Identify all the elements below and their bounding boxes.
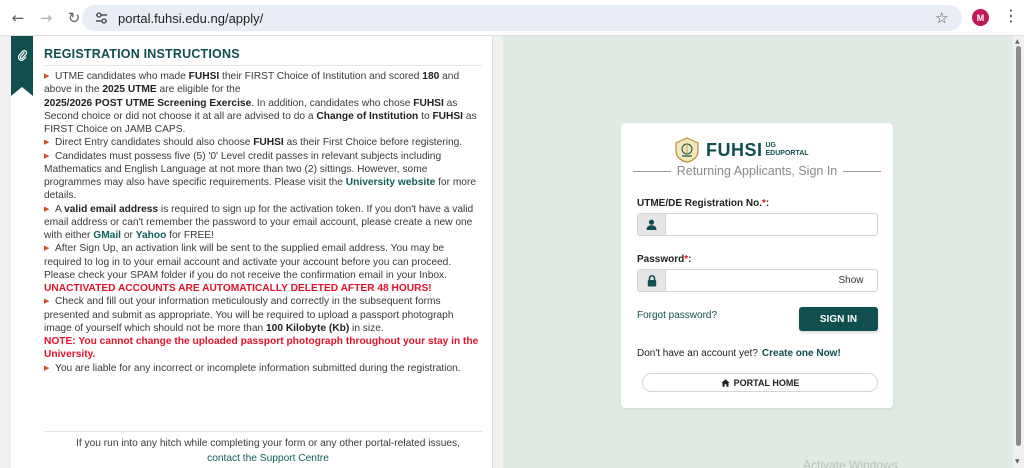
create-account-link[interactable]: Create one Now! xyxy=(762,348,841,359)
registration-label: UTME/DE Registration No.*: xyxy=(637,198,770,209)
home-icon xyxy=(720,378,730,387)
instruction-liability: ▶ You are liable for any incorrect or inc… xyxy=(44,362,461,374)
page-scrollbar[interactable]: ▲ ▼ xyxy=(1013,36,1024,468)
instruction-activation: ▶ After Sign Up, an activation link will … xyxy=(44,243,452,294)
password-input-group: Show xyxy=(637,269,878,292)
scroll-up-icon[interactable]: ▲ xyxy=(1015,38,1020,45)
bullet-icon: ▶ xyxy=(44,73,50,80)
forgot-password-link[interactable]: Forgot password? xyxy=(637,310,717,321)
brand-name: FUHSI xyxy=(706,139,763,160)
signin-subtitle-row: Returning Applicants, Sign In xyxy=(633,164,881,178)
unactivated-warning: UNACTIVATED ACCOUNTS ARE AUTOMATICALLY D… xyxy=(44,283,432,294)
instruction-utme: ▶ UTME candidates who made FUHSI their FI… xyxy=(44,71,477,135)
registration-number-input[interactable] xyxy=(666,214,877,235)
portal-home-button[interactable]: PORTAL HOME xyxy=(642,373,878,392)
instruction-forms: ▶ Check and fill out your information met… xyxy=(44,296,479,361)
registration-input-group xyxy=(637,213,878,236)
instruction-email: ▶ A valid email address is required to si… xyxy=(44,203,474,242)
browser-toolbar: ← → ↻ portal.fuhsi.edu.ng/apply/ ☆ M ⋮ xyxy=(0,0,1024,36)
no-account-row: Don't have an account yet? Create one Now… xyxy=(637,348,841,359)
bullet-icon: ▶ xyxy=(44,364,50,372)
password-label: Password*: xyxy=(637,254,692,265)
signin-subtitle: Returning Applicants, Sign In xyxy=(676,164,838,178)
signin-card: FUHSI UG EDUPORTAL Returning Applicants, … xyxy=(621,123,893,408)
back-arrow-icon[interactable]: ← xyxy=(8,8,28,28)
instruction-direct-entry: ▶ Direct Entry candidates should also cho… xyxy=(44,137,463,149)
site-settings-icon[interactable] xyxy=(92,9,110,27)
brand-subtitle: UG EDUPORTAL xyxy=(765,142,809,157)
divider xyxy=(843,170,881,172)
scroll-thumb[interactable] xyxy=(1016,46,1021,446)
user-icon xyxy=(638,214,666,235)
bullet-icon: ▶ xyxy=(44,139,50,147)
instructions-title: REGISTRATION INSTRUCTIONS xyxy=(44,47,240,61)
signin-panel: FUHSI UG EDUPORTAL Returning Applicants, … xyxy=(503,36,1013,468)
fuhsi-logo: FUHSI UG EDUPORTAL xyxy=(673,137,809,163)
hitch-text: If you run into any hitch while completi… xyxy=(76,438,460,449)
university-website-link[interactable]: University website xyxy=(346,177,435,188)
divider xyxy=(44,431,482,432)
instructions-list: ▶ UTME candidates who made FUHSI their FI… xyxy=(44,70,484,375)
more-menu-icon[interactable]: ⋮ xyxy=(1003,8,1019,24)
paperclip-icon xyxy=(17,50,27,61)
support-centre-link[interactable]: contact the Support Centre xyxy=(207,453,329,464)
divider xyxy=(44,65,482,66)
bookmark-star-icon[interactable]: ☆ xyxy=(935,9,948,27)
divider xyxy=(633,170,671,172)
address-bar[interactable]: portal.fuhsi.edu.ng/apply/ xyxy=(82,5,962,31)
instructions-panel: REGISTRATION INSTRUCTIONS ▶ UTME candidat… xyxy=(11,36,493,468)
instruction-o-level: ▶ Candidates must possess five (5) '0' Le… xyxy=(44,150,477,202)
show-password-button[interactable]: Show xyxy=(825,270,877,291)
forward-arrow-icon[interactable]: → xyxy=(36,8,56,28)
passport-note: NOTE: You cannot change the uploaded pas… xyxy=(44,336,479,361)
support-notice: If you run into any hitch while completi… xyxy=(44,436,492,466)
university-crest-icon xyxy=(675,137,699,163)
sign-in-button[interactable]: SIGN IN xyxy=(799,307,878,331)
activate-windows-watermark: Activate Windows xyxy=(803,458,898,468)
bullet-icon: ▶ xyxy=(44,152,50,160)
password-input[interactable] xyxy=(666,270,825,291)
gmail-link[interactable]: GMail xyxy=(93,230,121,241)
scroll-down-icon[interactable]: ▼ xyxy=(1015,458,1020,465)
bullet-icon: ▶ xyxy=(44,245,50,253)
lock-icon xyxy=(638,270,666,291)
bullet-icon: ▶ xyxy=(44,298,50,306)
ribbon-bookmark xyxy=(11,36,33,96)
reload-icon[interactable]: ↻ xyxy=(64,8,84,28)
profile-avatar[interactable]: M xyxy=(972,9,989,26)
bullet-icon: ▶ xyxy=(44,205,50,213)
url-text: portal.fuhsi.edu.ng/apply/ xyxy=(118,10,264,26)
page-content: REGISTRATION INSTRUCTIONS ▶ UTME candidat… xyxy=(0,36,1024,468)
yahoo-link[interactable]: Yahoo xyxy=(136,230,167,241)
